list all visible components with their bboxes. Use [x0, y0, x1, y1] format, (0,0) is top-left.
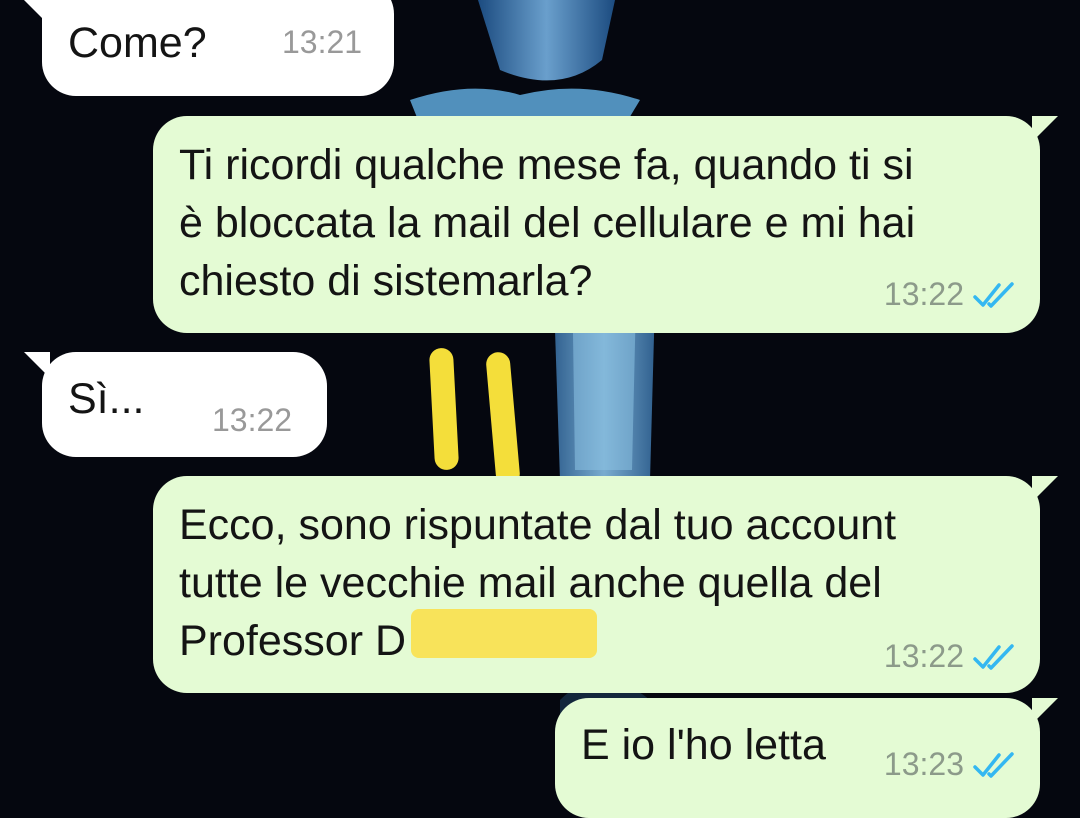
double-check-icon [973, 751, 1014, 778]
message-text-line: Professor D [179, 617, 407, 665]
timestamp: 13:21 [282, 24, 363, 60]
message-text-line: è bloccata la mail del cellulare e mi ha… [179, 199, 916, 247]
message-bubble-outgoing[interactable]: Ti ricordi qualche mese fa, quando ti si… [153, 116, 1058, 333]
message-time: 13:22 [884, 638, 1016, 675]
bubble-tail [1032, 698, 1058, 724]
timestamp: 13:22 [883, 276, 964, 312]
double-check-icon [973, 643, 1014, 670]
message-text-line: chiesto di sistemarla? [179, 257, 593, 305]
message-text-line: tutte le vecchie mail anche quella del [179, 559, 882, 607]
bubble-tail [1032, 116, 1058, 142]
message-text-line: Ecco, sono rispuntate dal tuo account [179, 501, 897, 549]
message-time: 13:23 [884, 746, 1016, 783]
message-time: 13:22 [212, 402, 292, 439]
bubble-tail [1032, 476, 1058, 502]
bubble-tail [24, 352, 50, 378]
message-text-line: Ti ricordi qualche mese fa, quando ti si [179, 141, 914, 189]
timestamp: 13:23 [883, 746, 964, 782]
message-time: 13:21 [282, 24, 362, 61]
message-text: Sì... [68, 375, 145, 423]
message-bubble-incoming[interactable]: Come? 13:21 [24, 0, 394, 96]
timestamp: 13:22 [212, 402, 293, 438]
timestamp: 13:22 [883, 638, 964, 674]
bubble-tail [24, 0, 50, 26]
message-text: E io l'ho letta [581, 721, 826, 769]
message-bubble-incoming[interactable]: Sì... 13:22 [24, 352, 327, 457]
double-check-icon [973, 281, 1014, 308]
message-time: 13:22 [884, 276, 1016, 313]
redaction-highlight [411, 609, 597, 658]
message-bubble-outgoing[interactable]: Ecco, sono rispuntate dal tuo account tu… [153, 476, 1058, 693]
message-bubble-outgoing[interactable]: E io l'ho letta 13:23 [555, 698, 1058, 818]
message-text: Come? [68, 19, 207, 67]
